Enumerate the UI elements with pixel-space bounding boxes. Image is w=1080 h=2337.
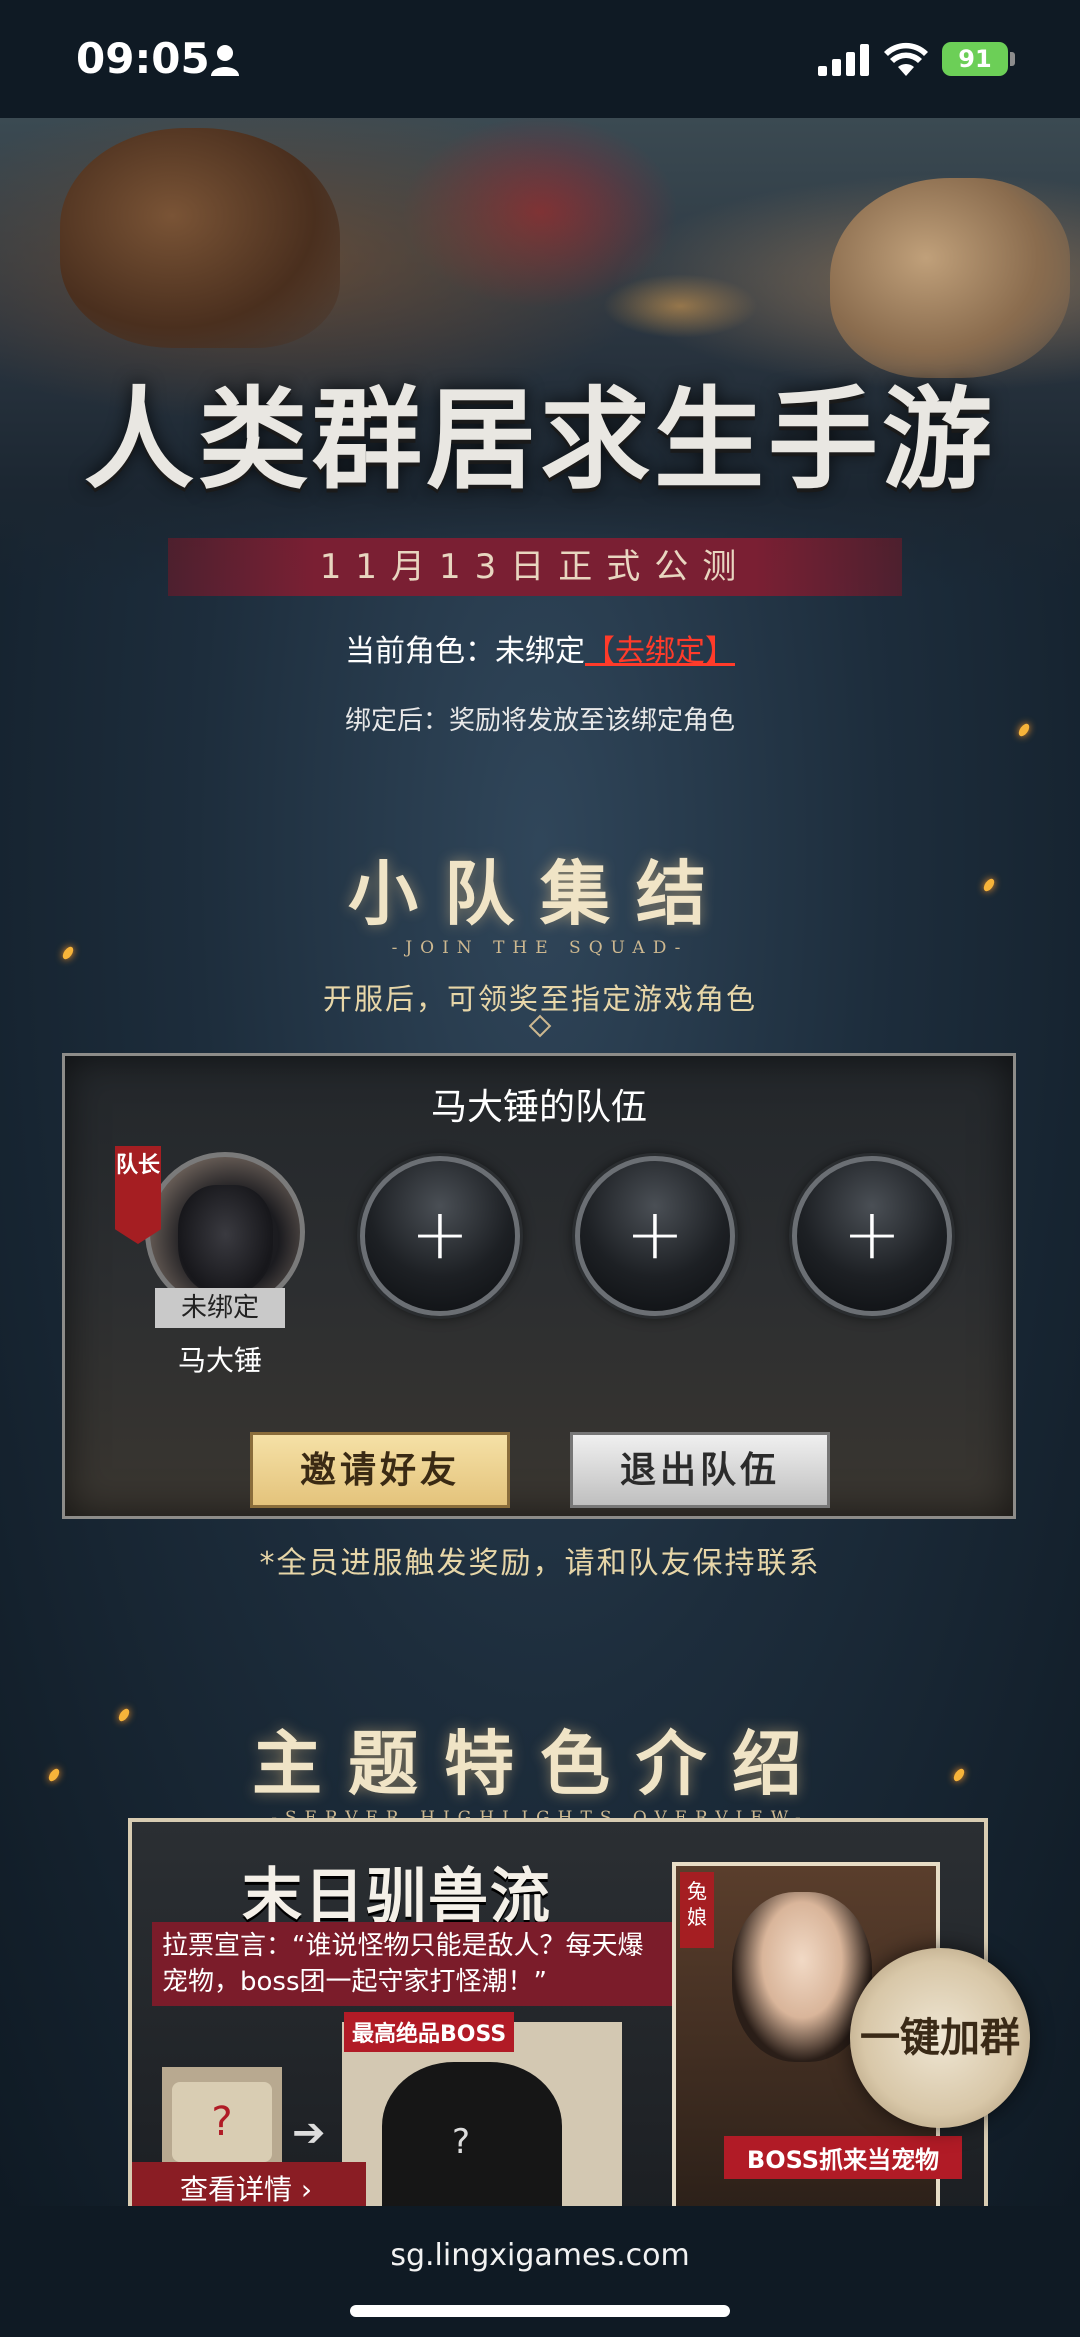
bind-note: 绑定后：奖励将发放至该绑定角色: [344, 706, 735, 736]
plus-icon: +: [410, 1193, 470, 1275]
page-content: 人类群居求生手游 11月13日正式公测 当前角色：未绑定【去绑定】 绑定后：奖励…: [0, 118, 1080, 2206]
url-bar[interactable]: sg.lingxigames.com: [0, 2238, 1080, 2273]
arrow-right-icon: ➔: [292, 2110, 326, 2156]
leader-status-tag: 未绑定: [155, 1288, 285, 1328]
team-hint: *全员进服触发奖励，请和队友保持联系: [259, 1546, 821, 1581]
squad-section-subtitle: -JOIN THE SQUAD-: [391, 938, 689, 958]
team-panel: 马大锤的队伍 队长 未绑定 马大锤 + + + 邀请好友 退出队伍: [62, 1053, 1016, 1519]
wolf-avatar-icon: [178, 1185, 273, 1295]
squad-description: 开服后，可领奖至指定游戏角色: [322, 982, 757, 1016]
boss-silhouette: [382, 2062, 562, 2206]
chevron-right-icon: ›: [300, 2173, 313, 2206]
plus-icon: +: [625, 1193, 685, 1275]
diamond-ornament-icon: [528, 1014, 552, 1038]
current-role-line: 当前角色：未绑定【去绑定】: [0, 626, 1080, 670]
view-detail-label: 查看详情: [179, 2173, 292, 2206]
leader-name: 马大锤: [177, 1344, 262, 1377]
current-role-label: 当前角色：未绑定: [345, 634, 585, 669]
view-detail-button[interactable]: 查看详情 ›: [132, 2162, 366, 2206]
pet-banner: BOSS抓来当宠物: [724, 2136, 962, 2179]
team-name: 马大锤的队伍: [430, 1087, 647, 1128]
rabbit-egg-icon: ?: [172, 2082, 272, 2162]
empty-slot-1[interactable]: +: [360, 1156, 520, 1316]
character-tag: 兔娘: [680, 1872, 714, 1948]
home-indicator[interactable]: [350, 2305, 730, 2317]
features-section-title: 主题特色介绍: [252, 1722, 828, 1805]
bear-illustration: [60, 128, 340, 348]
bind-role-link[interactable]: 【去绑定】: [585, 634, 735, 669]
boss-label: 最高绝品BOSS: [344, 2012, 515, 2052]
question-mark-icon: ?: [452, 2122, 471, 2162]
leave-team-button[interactable]: 退出队伍: [570, 1432, 830, 1508]
status-bar: 09:05 91: [0, 0, 1080, 118]
launch-date-banner: 11月13日正式公测: [168, 538, 902, 596]
plus-icon: +: [842, 1193, 902, 1275]
cougar-illustration: [830, 178, 1070, 378]
person-icon: [211, 45, 239, 76]
join-group-button[interactable]: 一键加群: [850, 1948, 1030, 2128]
squad-section-title: 小队集结: [348, 852, 732, 935]
empty-slot-3[interactable]: +: [792, 1156, 952, 1316]
status-time: 09:05: [76, 34, 210, 83]
feature-card-description: 拉票宣言：“谁说怪物只能是敌人？每天爆宠物，boss团一起守家打怪潮！”: [152, 1922, 672, 2006]
wifi-icon: [884, 42, 928, 76]
battery-icon: 91: [942, 42, 1008, 76]
signal-icon: [818, 44, 869, 76]
empty-slot-2[interactable]: +: [575, 1156, 735, 1316]
invite-friend-button[interactable]: 邀请好友: [250, 1432, 510, 1508]
game-title: 人类群居求生手游: [84, 376, 996, 504]
leader-badge: 队长: [115, 1146, 161, 1244]
browser-bottom-bar: sg.lingxigames.com: [0, 2206, 1080, 2337]
battery-nub: [1010, 52, 1015, 66]
